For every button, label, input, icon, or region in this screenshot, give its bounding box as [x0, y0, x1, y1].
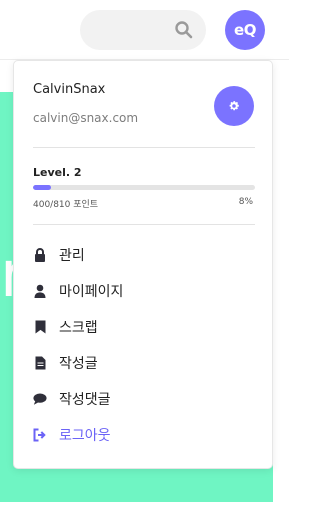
level-progress-fill	[33, 185, 51, 190]
banner-text-fragment: r	[0, 250, 14, 300]
divider	[33, 224, 255, 225]
gear-icon	[228, 97, 240, 116]
percent-text: 8%	[238, 197, 253, 207]
menu-item-label: 작성댓글	[59, 392, 111, 408]
menu-item-label: 작성글	[59, 356, 98, 372]
menu-item-label: 관리	[59, 248, 85, 264]
menu-item-scrap[interactable]: 스크랩	[33, 309, 255, 345]
menu-item-logout[interactable]: 로그아웃	[33, 417, 255, 453]
top-header: eQ	[0, 0, 289, 60]
profile-dropdown: CalvinSnax calvin@snax.com Level. 2 400/…	[13, 60, 273, 469]
menu-item-my-comments[interactable]: 작성댓글	[33, 381, 255, 417]
user-avatar[interactable]: eQ	[225, 10, 265, 50]
bookmark-icon	[33, 320, 47, 334]
level-label: Level. 2	[33, 166, 82, 179]
search-icon[interactable]	[174, 20, 194, 40]
lock-icon	[33, 248, 47, 262]
profile-username: CalvinSnax	[33, 82, 106, 97]
settings-button[interactable]	[214, 86, 254, 126]
menu-item-label: 마이페이지	[59, 284, 124, 300]
comment-icon	[33, 392, 47, 406]
profile-email: calvin@snax.com	[33, 111, 139, 125]
search-bar[interactable]	[80, 10, 206, 50]
points-text: 400/810 포인트	[33, 200, 99, 210]
logout-icon	[33, 428, 47, 442]
menu-item-mypage[interactable]: 마이페이지	[33, 273, 255, 309]
document-icon	[33, 356, 47, 370]
divider	[33, 147, 255, 148]
menu-item-label: 로그아웃	[59, 428, 111, 444]
profile-menu: 관리 마이페이지 스크랩 작성글 작성댓글 로그아웃	[33, 237, 255, 453]
user-icon	[33, 284, 47, 298]
menu-item-label: 스크랩	[59, 320, 98, 336]
menu-item-admin[interactable]: 관리	[33, 237, 255, 273]
level-progress-bar	[33, 185, 255, 190]
menu-item-my-posts[interactable]: 작성글	[33, 345, 255, 381]
